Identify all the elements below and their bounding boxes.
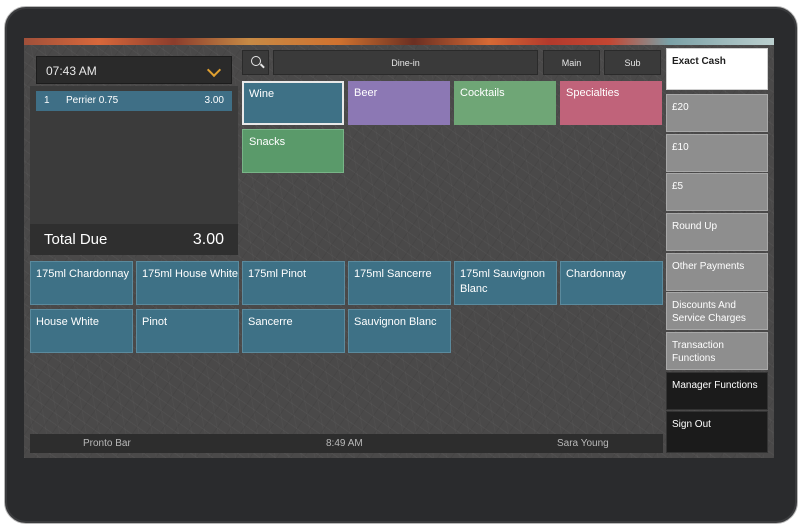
menu-item[interactable]: House White [30, 309, 133, 353]
chevron-down-icon [206, 62, 222, 78]
transaction-functions-button[interactable]: Transaction Functions [666, 332, 768, 370]
category-beer-button[interactable]: Beer [348, 81, 450, 125]
total-due-bar: Total Due 3.00 [30, 224, 238, 255]
order-line-item[interactable]: 1 Perrier 0.75 3.00 [36, 91, 232, 111]
category-snacks-button[interactable]: Snacks [242, 129, 344, 173]
user-name: Sara Young [557, 438, 609, 449]
menu-item[interactable]: 175ml Pinot [242, 261, 345, 305]
menu-item[interactable]: 175ml House White [136, 261, 239, 305]
pay-5-button[interactable]: £5 [666, 173, 768, 211]
time-dropdown[interactable]: 07:43 AM [36, 56, 232, 84]
round-up-button[interactable]: Round Up [666, 213, 768, 251]
pay-20-button[interactable]: £20 [666, 94, 768, 132]
manager-functions-button[interactable]: Manager Functions [666, 372, 768, 410]
sign-out-button[interactable]: Sign Out [666, 411, 768, 453]
search-button[interactable] [242, 50, 269, 75]
total-due-label: Total Due [44, 231, 108, 248]
time-value: 07:43 AM [46, 64, 97, 78]
menu-item[interactable]: Chardonnay [560, 261, 663, 305]
status-bar: Pronto Bar 8:49 AM Sara Young [30, 434, 663, 453]
total-due-value: 3.00 [192, 231, 224, 248]
menu-item[interactable]: 175ml Sancerre [348, 261, 451, 305]
pay-10-button[interactable]: £10 [666, 134, 768, 172]
other-payments-button[interactable]: Other Payments [666, 253, 768, 291]
category-specialties-button[interactable]: Specialties [560, 81, 662, 125]
clock-time: 8:49 AM [326, 438, 363, 449]
line-quantity: 1 [44, 95, 50, 106]
menu-item[interactable]: Pinot [136, 309, 239, 353]
menu-item[interactable]: 175ml Sauvignon Blanc [454, 261, 557, 305]
search-icon [251, 56, 261, 66]
category-cocktails-button[interactable]: Cocktails [454, 81, 556, 125]
decorative-banner [24, 38, 774, 45]
discounts-service-charges-button[interactable]: Discounts And Service Charges [666, 292, 768, 330]
line-name: Perrier 0.75 [66, 95, 119, 106]
exact-cash-button[interactable]: Exact Cash [666, 48, 768, 90]
menu-item[interactable]: Sauvignon Blanc [348, 309, 451, 353]
category-wine-button[interactable]: Wine [242, 81, 344, 125]
line-price: 3.00 [204, 95, 224, 106]
menu-item[interactable]: 175ml Chardonnay [30, 261, 133, 305]
sub-menu-button[interactable]: Sub [604, 50, 661, 75]
menu-item[interactable]: Sancerre [242, 309, 345, 353]
main-menu-button[interactable]: Main [543, 50, 600, 75]
order-type-button[interactable]: Dine-in [273, 50, 538, 75]
location-name: Pronto Bar [83, 438, 131, 449]
